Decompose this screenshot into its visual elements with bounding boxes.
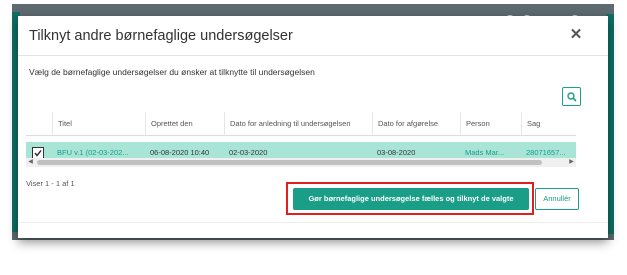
scrollbar-thumb[interactable] — [37, 160, 542, 165]
checkmark-icon — [34, 150, 42, 157]
column-header-titel[interactable]: Titel — [52, 112, 145, 136]
link-investigations-dialog: Tilknyt andre børnefaglige undersøgelser… — [18, 16, 608, 238]
investigations-table: Titel Oprettet den Dato for anledning ti… — [26, 112, 576, 164]
close-icon[interactable]: ✕ — [568, 27, 584, 43]
dialog-footer-divider — [18, 222, 608, 223]
column-header-select — [26, 112, 52, 136]
search-button[interactable] — [562, 87, 581, 106]
search-icon — [567, 92, 577, 102]
column-header-oprettet[interactable]: Oprettet den — [145, 112, 224, 136]
scroll-left-arrow-icon[interactable]: ◀ — [26, 158, 35, 167]
column-header-sag[interactable]: Sag — [521, 112, 576, 136]
table-horizontal-scrollbar[interactable]: ◀ ▶ — [26, 158, 576, 167]
dialog-title: Tilknyt andre børnefaglige undersøgelser — [29, 28, 293, 44]
cancel-button[interactable]: Annullér — [535, 188, 579, 210]
column-header-afgoerelse[interactable]: Dato for afgørelse — [372, 112, 460, 136]
column-header-anledning[interactable]: Dato for anledning til undersøgelsen — [224, 112, 372, 136]
pager-info: Viser 1 - 1 af 1 — [26, 179, 75, 188]
dialog-header: Tilknyt andre børnefaglige undersøgelser… — [18, 16, 608, 56]
dialog-instruction: Vælg de børnefaglige undersøgelser du øn… — [29, 67, 315, 77]
column-header-person[interactable]: Person — [460, 112, 521, 136]
scroll-right-arrow-icon[interactable]: ▶ — [567, 158, 576, 167]
link-selected-button[interactable]: Gør børnefaglige undersøgelse fælles og … — [293, 188, 529, 210]
table-header: Titel Oprettet den Dato for anledning ti… — [26, 112, 576, 136]
